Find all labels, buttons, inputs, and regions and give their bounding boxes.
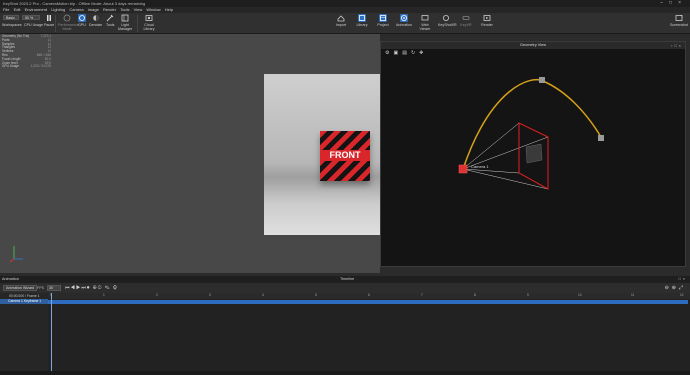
toolbar-separator xyxy=(55,15,56,32)
geometry-view-window-buttons[interactable]: ▫□× xyxy=(671,42,683,49)
light-manager-button[interactable]: Light Manager xyxy=(118,14,132,31)
pause-icon xyxy=(47,15,52,21)
title-bar: KeyShot 2023.2 Pro - CameraMotion.bip - … xyxy=(0,0,690,7)
cube-front-label: FRONT xyxy=(320,150,370,161)
web-viewer-icon xyxy=(421,15,429,21)
timeline-title: Timeline xyxy=(340,277,355,281)
fps-label: FPS xyxy=(37,286,44,290)
web-viewer-button[interactable]: Web Viewer xyxy=(417,14,433,31)
project-icon xyxy=(379,14,387,22)
scene-info-overlay: Geometry (No Tris) 7,373.1 Parts 11 Sample… xyxy=(1,34,52,83)
fps-input[interactable]: 30 xyxy=(47,285,61,291)
camera-label: Camera 1 xyxy=(471,164,489,169)
camera-icon[interactable] xyxy=(458,164,468,174)
keyframe-bar[interactable] xyxy=(48,300,688,304)
camera-keyframe-track[interactable]: Camera 1 Keyframe 1 xyxy=(0,299,48,304)
geometry-view-header: Geometry View ▫□× xyxy=(381,42,685,49)
real-time-viewport[interactable]: FRONT xyxy=(0,34,380,273)
playhead[interactable] xyxy=(51,293,52,371)
scene-cube[interactable] xyxy=(525,143,543,164)
path-point-top[interactable] xyxy=(539,77,545,83)
geometry-view-panel: Geometry View ▫□× ⚙▣▤↻✥ Camera 1 xyxy=(380,41,686,267)
render-icon xyxy=(483,15,491,21)
project-button[interactable]: Project xyxy=(376,14,390,27)
axis-gizmo-icon xyxy=(9,246,23,263)
ribbon-toolbar: Basic 50 % Workspaces CPU Usage Pause Pe… xyxy=(0,13,690,34)
status-bar xyxy=(0,371,690,375)
frame-icon[interactable]: ▤ xyxy=(402,50,411,56)
keyshotxr-button[interactable]: KeyShotXR xyxy=(438,14,457,27)
performance-mode-button[interactable]: Performance Mode xyxy=(58,14,79,31)
animation-toolbar: Animation Wizard FPS 30 ⏮◀▶⏭⏺ ⊕⊙ ✎ ⚙ ⊖⊕⤢ xyxy=(0,283,690,293)
cloud-library-icon xyxy=(145,15,153,21)
animation-button[interactable]: Animation xyxy=(396,14,412,27)
library-button[interactable]: Library xyxy=(355,14,369,27)
path-point-end[interactable] xyxy=(598,135,604,141)
workspace-dropdown[interactable]: Basic xyxy=(3,15,19,20)
zoom-dropdown[interactable]: 50 % xyxy=(22,15,40,20)
library-icon xyxy=(358,14,366,22)
keyvr-button[interactable]: KeyVR xyxy=(460,14,472,27)
animation-panel-window-buttons[interactable]: □× xyxy=(678,276,687,283)
animation-wizard-button[interactable]: Animation Wizard xyxy=(3,285,38,291)
denoise-icon xyxy=(92,15,99,21)
performance-icon xyxy=(63,14,71,22)
camera-icon[interactable]: ▣ xyxy=(393,50,402,56)
gpu-icon xyxy=(78,14,86,22)
screenshot-icon xyxy=(675,15,683,21)
import-button[interactable]: Import xyxy=(334,14,348,27)
keyshotxr-icon xyxy=(443,15,449,21)
front-cube[interactable]: FRONT xyxy=(320,131,370,181)
animation-panel-header: Animation Timeline □× xyxy=(0,276,690,283)
animation-panel-title: Animation xyxy=(2,277,19,281)
animation-tree: 00:00.000 / Frame 1 Camera 1 Keyframe 1 xyxy=(0,293,48,371)
animation-icon xyxy=(400,14,408,22)
info-row: GPU Usage 1,203 / 24,576 xyxy=(2,64,51,69)
timeline-zoom-controls[interactable]: ⊖⊕⤢ xyxy=(665,283,686,293)
render-region[interactable]: FRONT xyxy=(264,74,380,235)
denoise-button[interactable]: Denoise xyxy=(89,14,102,27)
timeline-area: 00:00.000 / Frame 1 Camera 1 Keyframe 1 … xyxy=(0,293,690,371)
tools-button[interactable]: Tools xyxy=(106,14,114,27)
transport-controls[interactable]: ⏮◀▶⏭⏺ ⊕⊙ ✎ ⚙ xyxy=(65,283,118,293)
orbit-icon[interactable]: ↻ xyxy=(411,50,419,56)
import-icon xyxy=(337,15,345,22)
cpu-usage-button[interactable]: CPU Usage xyxy=(24,23,43,27)
window-controls[interactable]: –□× xyxy=(660,0,687,7)
workspaces-button[interactable]: Workspaces xyxy=(2,23,22,27)
light-manager-icon xyxy=(121,14,129,22)
keyvr-icon xyxy=(462,16,470,20)
pan-icon[interactable]: ✥ xyxy=(419,50,427,56)
geometry-view-canvas[interactable]: Camera 1 xyxy=(381,57,685,267)
toolbar-separator xyxy=(137,15,138,32)
screenshot-button[interactable]: Screenshot xyxy=(670,14,688,27)
geometry-view-title: Geometry View xyxy=(520,43,546,47)
timeline-ruler[interactable]: 0 1 2 3 4 5 6 7 8 9 10 11 12 xyxy=(48,293,690,299)
gpu-button[interactable]: GPU xyxy=(78,14,86,27)
render-button[interactable]: Render xyxy=(480,14,494,27)
cloud-library-button[interactable]: Cloud Library xyxy=(142,14,156,31)
window-title: KeyShot 2023.2 Pro - CameraMotion.bip - … xyxy=(3,1,146,6)
tools-icon xyxy=(106,14,114,22)
pause-button[interactable]: Pause xyxy=(44,14,54,27)
geometry-view-toolbar: ⚙▣▤↻✥ xyxy=(381,49,685,57)
